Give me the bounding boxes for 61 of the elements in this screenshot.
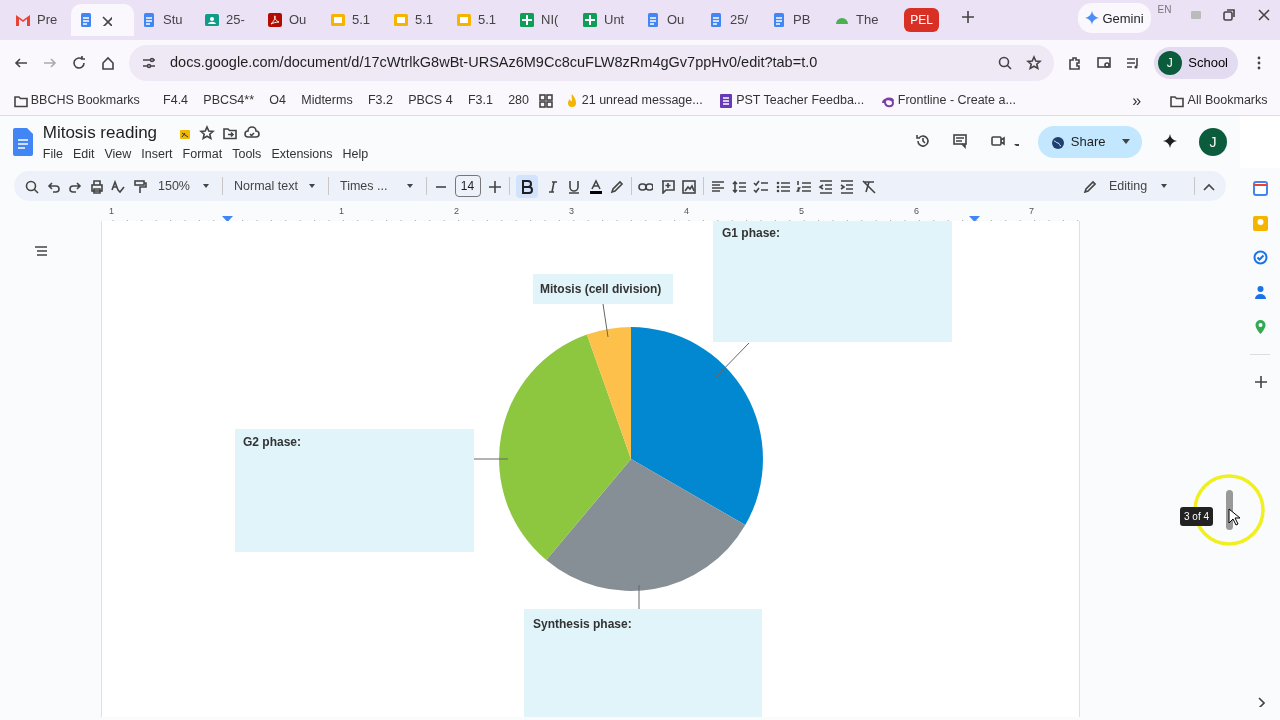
label-text: G1 phase:: [722, 225, 781, 240]
menu-item[interactable]: View: [99, 145, 137, 165]
bookmark[interactable]: BBCHS Bookmarks: [6, 89, 146, 112]
label-text: Synthesis phase:: [533, 616, 632, 631]
menu-item[interactable]: Format: [177, 145, 228, 165]
ruler-number: 4: [684, 204, 689, 218]
menu-item[interactable]: Insert: [136, 145, 178, 165]
zoom-dropdown[interactable]: 150%: [153, 174, 215, 198]
tab[interactable]: Pre: [8, 4, 71, 36]
bookmark[interactable]: PBCS 4: [402, 89, 459, 112]
profile-button[interactable]: J School: [1153, 47, 1238, 79]
document-title[interactable]: Mitosis reading: [42, 119, 158, 146]
bookmark[interactable]: F3.2: [361, 89, 399, 112]
font-size-field[interactable]: 14: [454, 175, 481, 198]
ruler-number: 5: [799, 204, 804, 218]
tab[interactable]: 5.1: [323, 4, 386, 36]
bookmark[interactable]: 280: [502, 89, 535, 112]
bookmark[interactable]: O4: [263, 89, 292, 112]
share-button[interactable]: Share: [1038, 126, 1142, 158]
menu-item[interactable]: Edit: [67, 145, 100, 165]
mode-dropdown[interactable]: Editing: [1077, 174, 1187, 198]
ruler-number: 2: [454, 204, 459, 218]
tab[interactable]: Ou: [260, 4, 323, 36]
font-dropdown[interactable]: Times ...: [335, 174, 419, 198]
tab[interactable]: 5.1: [386, 4, 449, 36]
bookmark[interactable]: 21 unread message...: [557, 89, 709, 112]
menu-item[interactable]: File: [42, 145, 68, 165]
tab[interactable]: 5.1: [449, 4, 512, 36]
bookmark[interactable]: PST Teacher Feedba...: [711, 89, 871, 112]
tab[interactable]: The: [827, 4, 890, 36]
tab[interactable]: NI(: [512, 4, 575, 36]
tab[interactable]: PB: [764, 4, 827, 36]
menu-item[interactable]: Tools: [227, 145, 267, 165]
user-avatar[interactable]: J: [1199, 128, 1227, 156]
ruler-number: 6: [914, 204, 919, 218]
ruler-number: 3: [569, 204, 574, 218]
style-dropdown[interactable]: Normal text: [229, 174, 321, 198]
ruler-number: 1: [339, 204, 344, 218]
menu-item[interactable]: Extensions: [266, 145, 338, 165]
bookmark[interactable]: PBCS4**: [197, 89, 261, 112]
tab[interactable]: Unt: [575, 4, 638, 36]
gemini-button[interactable]: Gemini: [1077, 3, 1152, 34]
bookmark[interactable]: F3.1: [461, 89, 499, 112]
tab[interactable]: PEL: [890, 4, 953, 36]
more-bookmarks-button[interactable]: »: [1126, 86, 1148, 115]
tab[interactable]: 25-: [197, 4, 260, 36]
tab[interactable]: Ou: [638, 4, 701, 36]
page-tooltip: 3 of 4: [1180, 507, 1214, 526]
bookmark[interactable]: All Bookmarks: [1163, 89, 1274, 112]
language-indicator: EN: [1157, 3, 1172, 17]
ruler-number: 7: [1029, 204, 1034, 218]
menu-item[interactable]: Help: [337, 145, 374, 165]
ruler-number: 1: [109, 204, 114, 218]
bookmark[interactable]: Frontline - Create a...: [873, 89, 1022, 112]
bookmark[interactable]: Midterms: [295, 89, 359, 112]
tab[interactable]: 25/: [701, 4, 764, 36]
bookmark[interactable]: F4.4: [157, 89, 195, 112]
tab[interactable]: Stu: [134, 4, 197, 36]
label-text: G2 phase:: [243, 434, 302, 449]
label-text: Mitosis (cell division): [540, 281, 662, 296]
address-bar[interactable]: docs.google.com/document/d/17cWtrlkG8wBt-URSAz6M9Cc8cuFLW8zRm4gGv7ppHv0/edit?tab=t.0: [129, 45, 1054, 81]
